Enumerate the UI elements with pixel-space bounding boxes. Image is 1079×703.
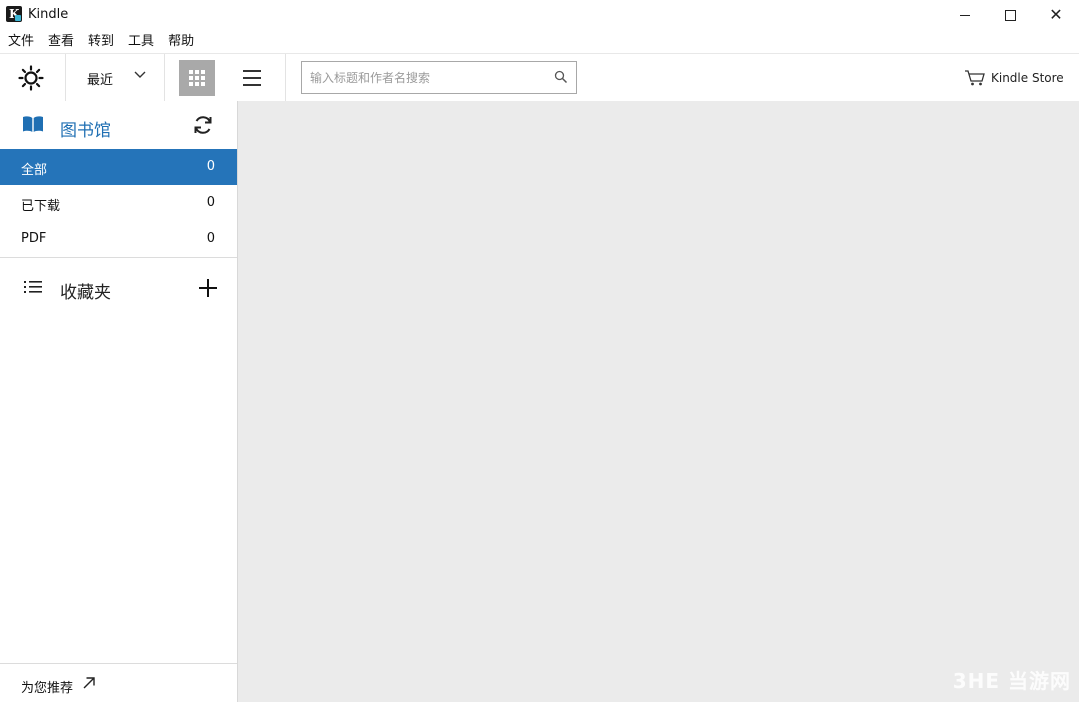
menu-tools[interactable]: 工具 — [128, 31, 154, 53]
recommendations-link[interactable]: 为您推荐 — [0, 663, 237, 703]
toolbar-separator — [285, 54, 286, 101]
kindle-store-label: Kindle Store — [991, 71, 1064, 85]
plus-icon[interactable] — [198, 278, 218, 298]
menu-help[interactable]: 帮助 — [168, 31, 194, 53]
filter-count: 0 — [206, 159, 215, 174]
filter-all[interactable]: 全部 0 — [0, 149, 237, 185]
library-content-area: 3HE 当游网 — [238, 101, 1079, 702]
toolbar: 最近 Kindle Store — [0, 53, 1079, 102]
search-input[interactable] — [308, 68, 550, 88]
search-box[interactable] — [301, 61, 577, 94]
minimize-button[interactable] — [942, 0, 988, 30]
kindle-store-button[interactable]: Kindle Store — [964, 68, 1064, 88]
kindle-app-icon: K — [6, 6, 22, 22]
collections-title[interactable]: 收藏夹 — [60, 278, 111, 303]
filter-label: PDF — [21, 231, 47, 246]
menu-file[interactable]: 文件 — [8, 31, 34, 53]
brightness-icon[interactable] — [18, 65, 44, 91]
close-button[interactable]: ✕ — [1033, 0, 1079, 30]
filter-label: 已下载 — [21, 199, 61, 214]
grid-view-button[interactable] — [179, 60, 215, 96]
filter-count: 0 — [206, 231, 215, 246]
menu-goto[interactable]: 转到 — [88, 31, 114, 53]
menu-view[interactable]: 查看 — [48, 31, 74, 53]
watermark: 3HE 当游网 — [952, 669, 1071, 693]
minimize-icon — [960, 14, 970, 16]
recommendations-label: 为您推荐 — [21, 681, 74, 696]
maximize-icon — [1004, 9, 1016, 21]
filter-label: 全部 — [21, 163, 48, 178]
filter-pdf[interactable]: PDF 0 — [0, 221, 237, 257]
filter-downloaded[interactable]: 已下载 0 — [0, 185, 237, 221]
grid-view-icon — [189, 70, 205, 86]
library-header[interactable]: 图书馆 — [0, 101, 237, 149]
chevron-down-icon[interactable] — [134, 70, 146, 80]
toolbar-separator — [65, 54, 66, 101]
window-title: Kindle — [28, 7, 69, 22]
toolbar-separator — [164, 54, 165, 101]
sort-dropdown-label[interactable]: 最近 — [87, 69, 113, 88]
list-view-button[interactable] — [238, 65, 266, 91]
filter-count: 0 — [206, 195, 215, 210]
menu-bar: 文件 查看 转到 工具 帮助 — [0, 31, 200, 53]
sidebar-divider — [0, 257, 237, 258]
sidebar: 图书馆 全部 0 已下载 0 PDF 0 收藏夹 为您推荐 — [0, 101, 238, 702]
cart-icon — [965, 70, 985, 86]
title-bar: K Kindle ✕ — [0, 0, 1079, 30]
library-title: 图书馆 — [60, 121, 111, 141]
close-icon: ✕ — [1049, 5, 1063, 24]
sync-icon[interactable] — [192, 114, 214, 136]
list-icon — [24, 281, 42, 293]
maximize-button[interactable] — [987, 0, 1033, 30]
book-icon — [23, 116, 43, 132]
external-link-icon — [83, 677, 95, 689]
search-icon[interactable] — [554, 70, 568, 84]
